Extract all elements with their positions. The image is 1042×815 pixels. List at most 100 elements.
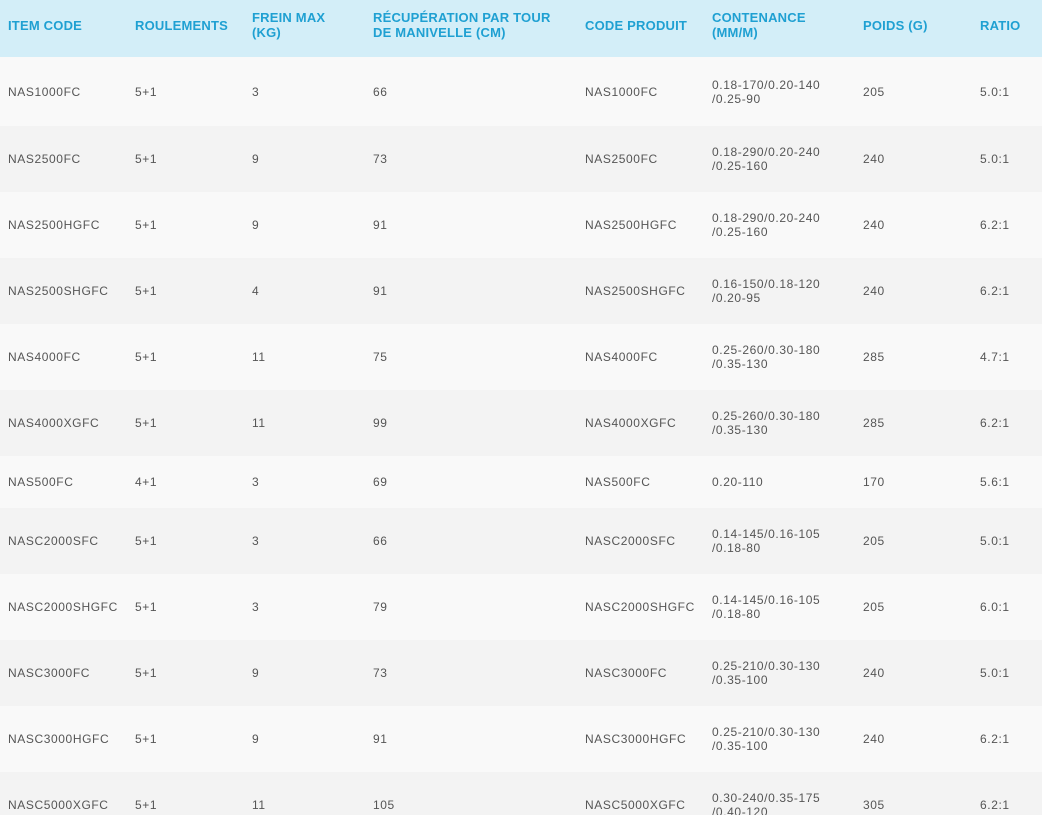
- cell-frein-max: 9: [252, 218, 260, 232]
- cell-item-code: NASC5000XGFC: [8, 798, 109, 812]
- contenance-line-2: /0.20-95: [712, 291, 761, 305]
- cell-code-produit: NAS2500HGFC: [585, 218, 677, 232]
- cell-ratio: 6.2:1: [980, 416, 1010, 430]
- cell-frein-max: 9: [252, 152, 260, 166]
- cell-poids: 285: [863, 350, 885, 364]
- contenance-line-2: /0.25-160: [712, 225, 769, 239]
- contenance-line-1: 0.25-210/0.30-130: [712, 725, 821, 739]
- cell-item-code: NAS4000FC: [8, 350, 81, 364]
- table-row: NASC2000SFC 5+1 3 66 NASC2000SFC 0.14-145/0.1…: [0, 508, 1042, 574]
- contenance-line-1: 0.20-110: [712, 475, 764, 489]
- header-item-code: ITEM CODE: [8, 18, 83, 33]
- cell-item-code: NAS2500FC: [8, 152, 81, 166]
- cell-contenance: 0.25-210/0.30-130/0.35-100: [704, 706, 855, 772]
- cell-contenance: 0.18-290/0.20-240/0.25-160: [704, 192, 855, 258]
- cell-poids: 240: [863, 218, 885, 232]
- cell-item-code: NAS500FC: [8, 475, 74, 489]
- contenance-line-1: 0.16-150/0.18-120: [712, 277, 821, 291]
- cell-roulements: 5+1: [135, 534, 158, 548]
- contenance-line-2: /0.35-100: [712, 673, 769, 687]
- contenance-line-2: /0.35-130: [712, 423, 769, 437]
- cell-code-produit: NAS2500FC: [585, 152, 658, 166]
- cell-roulements: 5+1: [135, 152, 158, 166]
- cell-recuperation: 91: [373, 732, 388, 746]
- table-row: NAS500FC 4+1 3 69 NAS500FC 0.20-110 170 5.6:1: [0, 456, 1042, 508]
- table-row: NAS4000FC 5+1 11 75 NAS4000FC 0.25-260/0.30-1…: [0, 324, 1042, 390]
- cell-roulements: 5+1: [135, 84, 158, 99]
- cell-frein-max: 11: [252, 350, 266, 364]
- cell-poids: 205: [863, 534, 885, 548]
- header-row: ITEM CODE ROULEMENTS FREIN MAX (KG) RÉCU…: [0, 0, 1042, 57]
- table-row: NAS2500HGFC 5+1 9 91 NAS2500HGFC 0.18-290/0.2…: [0, 192, 1042, 258]
- cell-code-produit: NAS4000FC: [585, 350, 658, 364]
- header-ratio: RATIO: [980, 18, 1021, 33]
- cell-ratio: 5.6:1: [980, 475, 1010, 489]
- cell-code-produit: NAS2500SHGFC: [585, 284, 686, 298]
- cell-roulements: 5+1: [135, 416, 158, 430]
- cell-frein-max: 11: [252, 416, 266, 430]
- cell-contenance: 0.30-240/0.35-175/0.40-120: [704, 772, 855, 815]
- cell-ratio: 4.7:1: [980, 350, 1010, 364]
- cell-code-produit: NASC2000SFC: [585, 534, 676, 548]
- contenance-line-1: 0.18-290/0.20-240: [712, 211, 821, 225]
- cell-poids: 285: [863, 416, 885, 430]
- cell-ratio: 6.2:1: [980, 284, 1010, 298]
- cell-recuperation: 73: [373, 152, 388, 166]
- table-row: NASC3000FC 5+1 9 73 NASC3000FC 0.25-210/0.30-…: [0, 640, 1042, 706]
- cell-poids: 205: [863, 84, 885, 99]
- cell-recuperation: 91: [373, 284, 388, 298]
- contenance-line-2: /0.40-120: [712, 805, 769, 815]
- contenance-line-1: 0.25-260/0.30-180: [712, 409, 821, 423]
- cell-poids: 240: [863, 732, 885, 746]
- cell-code-produit: NASC2000SHGFC: [585, 600, 695, 614]
- cell-frein-max: 3: [252, 475, 260, 489]
- table-row: NAS2500FC 5+1 9 73 NAS2500FC 0.18-290/0.20-24…: [0, 126, 1042, 192]
- contenance-line-2: /0.25-160: [712, 159, 769, 173]
- cell-ratio: 5.0:1: [980, 152, 1010, 166]
- contenance-line-1: 0.18-290/0.20-240: [712, 145, 821, 159]
- cell-roulements: 5+1: [135, 284, 158, 298]
- cell-roulements: 5+1: [135, 350, 158, 364]
- table-row: NASC2000SHGFC 5+1 3 79 NASC2000SHGFC 0.14-145…: [0, 574, 1042, 640]
- cell-frein-max: 3: [252, 534, 260, 548]
- cell-item-code: NAS2500SHGFC: [8, 284, 109, 298]
- cell-code-produit: NAS4000XGFC: [585, 416, 677, 430]
- contenance-line-2: /0.18-80: [712, 541, 761, 555]
- cell-recuperation: 99: [373, 416, 388, 430]
- cell-recuperation: 66: [373, 84, 388, 99]
- cell-item-code: NASC3000HGFC: [8, 732, 110, 746]
- cell-recuperation: 91: [373, 218, 388, 232]
- contenance-line-1: 0.25-260/0.30-180: [712, 343, 821, 357]
- cell-recuperation: 75: [373, 350, 388, 364]
- cell-contenance: 0.18-170/0.20-140/0.25-90: [704, 57, 855, 126]
- cell-roulements: 4+1: [135, 475, 158, 489]
- cell-item-code: NAS4000XGFC: [8, 416, 100, 430]
- cell-code-produit: NAS500FC: [585, 475, 651, 489]
- cell-contenance: 0.18-290/0.20-240/0.25-160: [704, 126, 855, 192]
- cell-roulements: 5+1: [135, 666, 158, 680]
- cell-frein-max: 11: [252, 798, 266, 812]
- table-row: NAS2500SHGFC 5+1 4 91 NAS2500SHGFC 0.16-150/0…: [0, 258, 1042, 324]
- table-row: NASC5000XGFC 5+1 11 105 NASC5000XGFC 0.30-240…: [0, 772, 1042, 815]
- header-frein-max: FREIN MAX (KG): [252, 10, 326, 40]
- cell-frein-max: 9: [252, 732, 260, 746]
- cell-ratio: 6.2:1: [980, 732, 1010, 746]
- header-contenance: CONTENANCE (MM/M): [712, 10, 806, 40]
- contenance-line-1: 0.14-145/0.16-105: [712, 593, 821, 607]
- cell-code-produit: NASC3000HGFC: [585, 732, 687, 746]
- cell-code-produit: NASC3000FC: [585, 666, 668, 680]
- cell-frein-max: 3: [252, 600, 260, 614]
- table-row: NASC3000HGFC 5+1 9 91 NASC3000HGFC 0.25-210/0…: [0, 706, 1042, 772]
- cell-contenance: 0.25-260/0.30-180/0.35-130: [704, 390, 855, 456]
- table-row: NAS4000XGFC 5+1 11 99 NAS4000XGFC 0.25-260/0.…: [0, 390, 1042, 456]
- table-body: NAS1000FC 5+1 3 66 NAS1000FC 0.18-170/0.20-14…: [0, 57, 1042, 815]
- header-code-produit: CODE PRODUIT: [585, 18, 688, 33]
- header-roulements: ROULEMENTS: [135, 18, 228, 33]
- cell-item-code: NAS1000FC: [8, 84, 81, 99]
- cell-item-code: NASC3000FC: [8, 666, 91, 680]
- cell-poids: 240: [863, 666, 885, 680]
- table-row: NAS1000FC 5+1 3 66 NAS1000FC 0.18-170/0.20-14…: [0, 57, 1042, 126]
- cell-roulements: 5+1: [135, 218, 158, 232]
- cell-contenance: 0.14-145/0.16-105/0.18-80: [704, 508, 855, 574]
- cell-poids: 240: [863, 284, 885, 298]
